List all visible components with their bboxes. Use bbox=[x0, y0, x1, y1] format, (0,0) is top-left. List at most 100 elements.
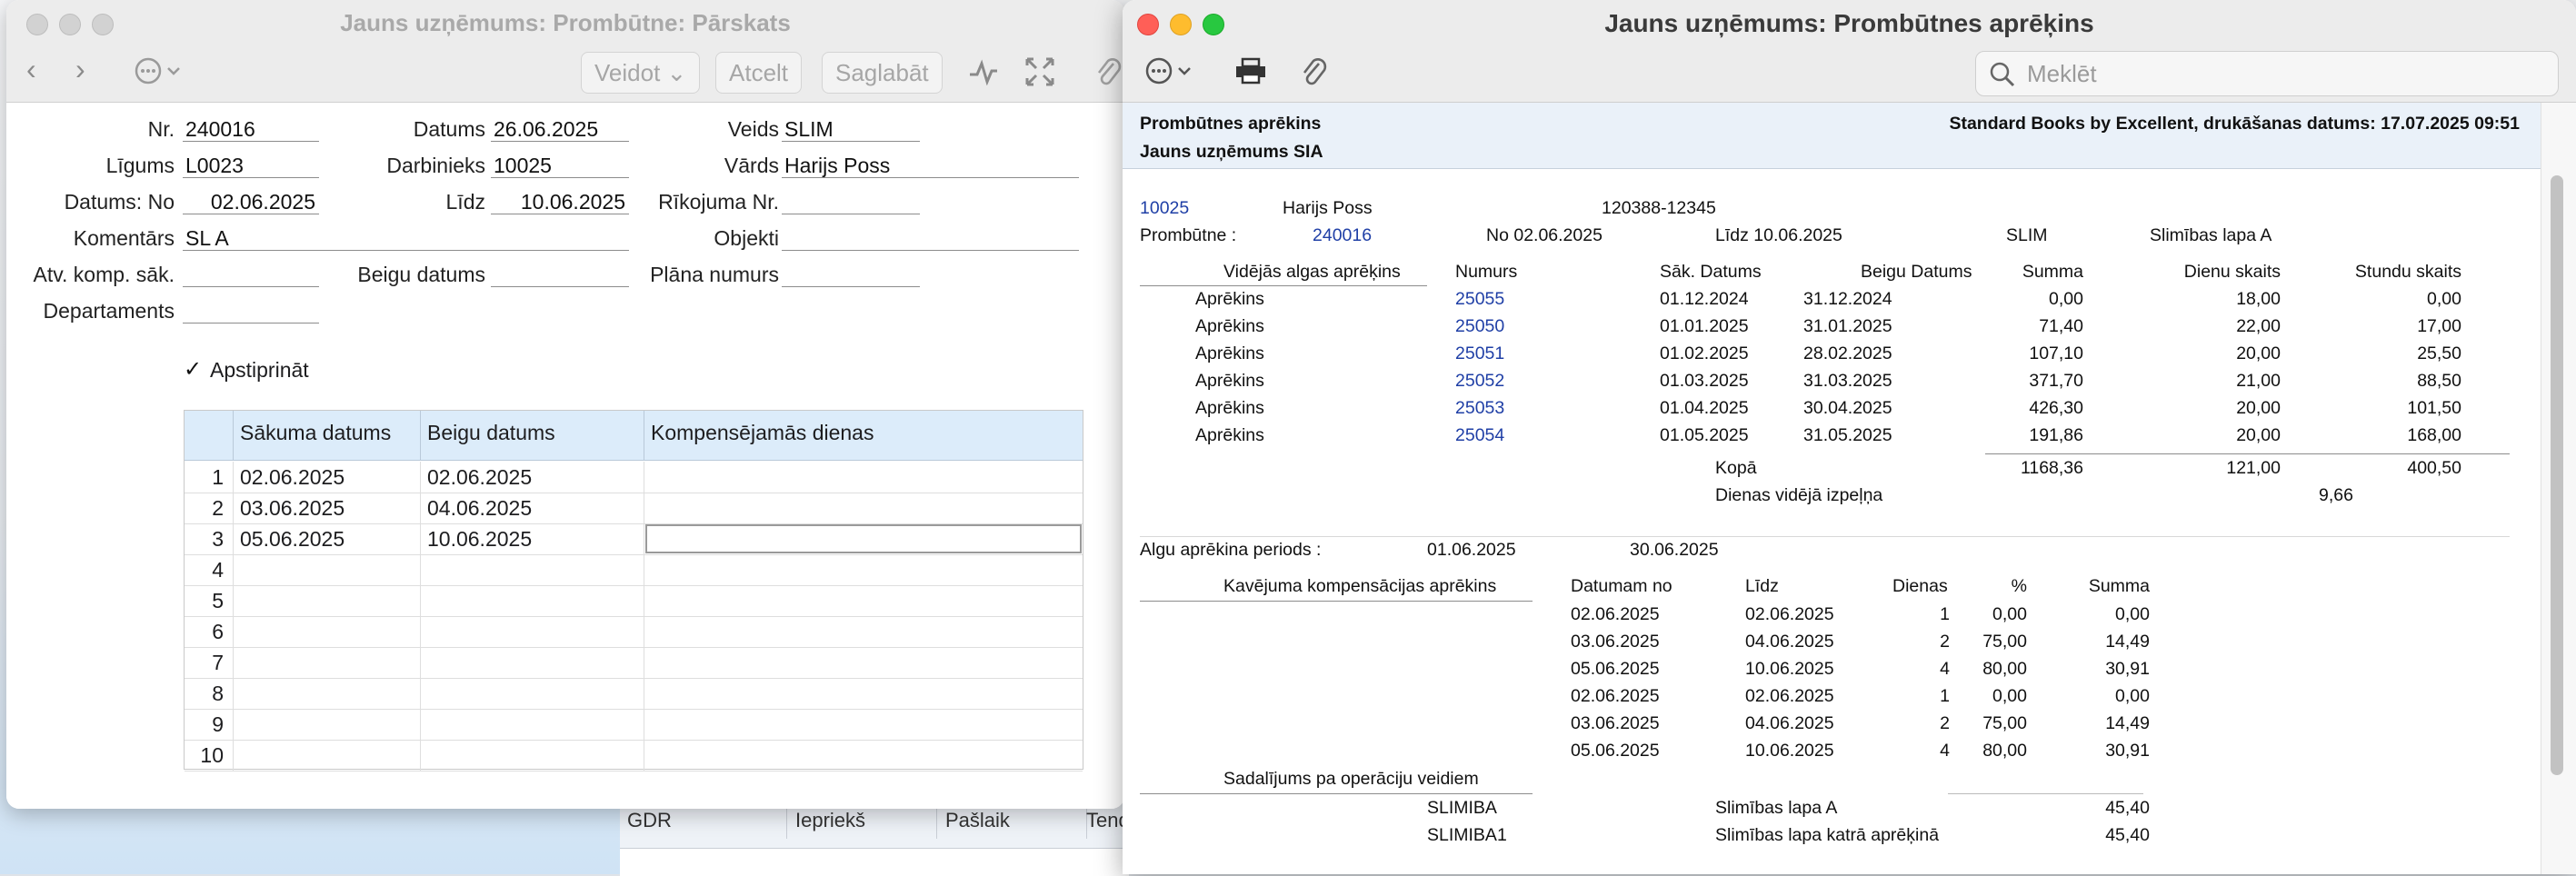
ellipsis-circle-icon bbox=[135, 57, 180, 85]
avg-col-dienu: Dienu skaits bbox=[2183, 262, 2281, 282]
avg-row-number-link[interactable]: 25051 bbox=[1455, 343, 1504, 364]
grid-cell-start[interactable]: 03.06.2025 bbox=[234, 493, 421, 523]
field-rikojuma[interactable] bbox=[782, 189, 920, 214]
field-datums[interactable]: 26.06.2025 bbox=[491, 116, 629, 142]
field-vards[interactable]: Harijs Poss bbox=[782, 153, 1079, 178]
grid-cell-days[interactable] bbox=[644, 523, 1083, 554]
grid-cell-end[interactable] bbox=[421, 709, 644, 740]
avg-row-start: 01.01.2025 bbox=[1660, 316, 1749, 336]
grid-cell-end[interactable]: 02.06.2025 bbox=[421, 462, 644, 493]
field-plana[interactable] bbox=[782, 262, 920, 287]
grid-row[interactable]: 8 bbox=[185, 678, 1083, 710]
avg-row-dienu: 21,00 bbox=[2236, 371, 2281, 391]
avg-col-sak: Sāk. Datums bbox=[1660, 262, 1762, 282]
avg-row-label: Aprēkins bbox=[1195, 398, 1264, 418]
absence-from: No 02.06.2025 bbox=[1486, 225, 1603, 245]
grid-row[interactable]: 5 bbox=[185, 585, 1083, 617]
label-beigu: Beigu datums bbox=[357, 263, 485, 286]
comp-row-sum: 14,49 bbox=[2105, 713, 2150, 733]
split-row-code: SLIMIBA bbox=[1427, 798, 1497, 818]
label-nr: Nr. bbox=[147, 117, 175, 141]
absence-number-link[interactable]: 240016 bbox=[1313, 225, 1372, 246]
period-from: 01.06.2025 bbox=[1427, 540, 1516, 560]
employee-code-link[interactable]: 10025 bbox=[1140, 198, 1189, 219]
grid-cell-start[interactable] bbox=[234, 554, 421, 585]
grid-cell-start[interactable]: 02.06.2025 bbox=[234, 462, 421, 493]
grid-cell-end[interactable] bbox=[421, 678, 644, 709]
field-lidz[interactable]: 10.06.2025 bbox=[491, 189, 629, 214]
grid-row[interactable]: 4 bbox=[185, 554, 1083, 586]
paperclip-icon[interactable] bbox=[1095, 56, 1123, 92]
more-options-button[interactable] bbox=[1144, 56, 1195, 90]
activity-icon[interactable] bbox=[968, 58, 999, 90]
grid-row-number: 6 bbox=[185, 616, 234, 647]
grid-header-days[interactable]: Kompensējamās dienas bbox=[644, 411, 1083, 460]
grid-cell-days[interactable] bbox=[644, 678, 1083, 709]
grid-row[interactable]: 9 bbox=[185, 709, 1083, 741]
grid-cell-end[interactable] bbox=[421, 740, 644, 771]
printer-icon[interactable] bbox=[1233, 56, 1268, 90]
grid-cell-days[interactable] bbox=[644, 647, 1083, 678]
grid-cell-start[interactable]: 05.06.2025 bbox=[234, 523, 421, 554]
label-rikojuma: Rīkojuma Nr. bbox=[658, 190, 779, 214]
grid-cell-end[interactable] bbox=[421, 647, 644, 678]
avg-row-number-link[interactable]: 25053 bbox=[1455, 398, 1504, 419]
avg-row-number-link[interactable]: 25050 bbox=[1455, 316, 1504, 337]
veidot-dropdown[interactable]: Veidot ⌄ bbox=[581, 52, 701, 94]
grid-cell-end[interactable] bbox=[421, 554, 644, 585]
grid-cell-end[interactable] bbox=[421, 585, 644, 616]
grid-cell-start[interactable] bbox=[234, 709, 421, 740]
grid-cell-start[interactable] bbox=[234, 616, 421, 647]
comp-row-from: 02.06.2025 bbox=[1571, 604, 1660, 624]
back-arrow-icon[interactable]: ‹ bbox=[26, 53, 36, 86]
forward-arrow-icon[interactable]: › bbox=[75, 53, 85, 86]
grid-row[interactable]: 6 bbox=[185, 616, 1083, 648]
period-to: 30.06.2025 bbox=[1630, 540, 1719, 560]
comp-row-from: 03.06.2025 bbox=[1571, 632, 1660, 652]
field-veids[interactable]: SLIM bbox=[782, 116, 920, 142]
grid-cell-start[interactable] bbox=[234, 678, 421, 709]
split-row-code: SLIMIBA1 bbox=[1427, 825, 1507, 845]
grid-cell-days[interactable] bbox=[644, 585, 1083, 616]
field-beigu[interactable] bbox=[491, 262, 629, 287]
grid-cell-days[interactable] bbox=[644, 462, 1083, 493]
saglabat-button[interactable]: Saglabāt bbox=[822, 52, 943, 94]
avg-row-stundu: 0,00 bbox=[2427, 289, 2461, 309]
grid-cell-days[interactable] bbox=[644, 493, 1083, 523]
avg-row-number-link[interactable]: 25055 bbox=[1455, 289, 1504, 310]
absence-type: SLIM bbox=[2006, 225, 2048, 245]
apstiprinat-checkbox[interactable]: ✓ bbox=[182, 359, 204, 381]
avg-row-number-link[interactable]: 25052 bbox=[1455, 371, 1504, 392]
avg-col-summa: Summa bbox=[2022, 262, 2083, 282]
vertical-scrollbar[interactable] bbox=[2541, 103, 2576, 874]
grid-cell-days[interactable] bbox=[644, 616, 1083, 647]
grid-row[interactable]: 3 05.06.2025 10.06.2025 bbox=[185, 523, 1083, 555]
grid-cell-end[interactable]: 04.06.2025 bbox=[421, 493, 644, 523]
grid-cell-end[interactable]: 10.06.2025 bbox=[421, 523, 644, 554]
avg-row-dienu: 20,00 bbox=[2236, 398, 2281, 418]
grid-row[interactable]: 2 03.06.2025 04.06.2025 bbox=[185, 493, 1083, 524]
grid-header-start[interactable]: Sākuma datums bbox=[234, 411, 421, 460]
fullscreen-icon[interactable] bbox=[1024, 56, 1055, 92]
field-komentars[interactable]: SL A bbox=[183, 225, 629, 251]
grid-cell-days[interactable] bbox=[644, 709, 1083, 740]
field-departaments[interactable] bbox=[183, 298, 319, 324]
grid-cell-start[interactable] bbox=[234, 647, 421, 678]
atcelt-button[interactable]: Atcelt bbox=[715, 52, 803, 94]
scrollbar-thumb[interactable] bbox=[2551, 175, 2563, 775]
paperclip-icon[interactable] bbox=[1301, 56, 1328, 92]
field-objekti[interactable] bbox=[782, 225, 1079, 251]
avg-row-number-link[interactable]: 25054 bbox=[1455, 425, 1504, 446]
more-options-button[interactable] bbox=[134, 56, 185, 90]
grid-cell-days[interactable] bbox=[644, 554, 1083, 585]
grid-row[interactable]: 1 02.06.2025 02.06.2025 bbox=[185, 462, 1083, 493]
grid-row[interactable]: 7 bbox=[185, 647, 1083, 679]
grid-cell-end[interactable] bbox=[421, 616, 644, 647]
search-field[interactable]: Meklēt bbox=[1975, 51, 2559, 96]
field-darbinieks[interactable]: 10025 bbox=[491, 153, 629, 178]
grid-cell-days[interactable] bbox=[644, 740, 1083, 771]
grid-cell-start[interactable] bbox=[234, 740, 421, 771]
grid-row[interactable]: 10 bbox=[185, 740, 1083, 771]
grid-cell-start[interactable] bbox=[234, 585, 421, 616]
grid-header-end[interactable]: Beigu datums bbox=[421, 411, 644, 460]
